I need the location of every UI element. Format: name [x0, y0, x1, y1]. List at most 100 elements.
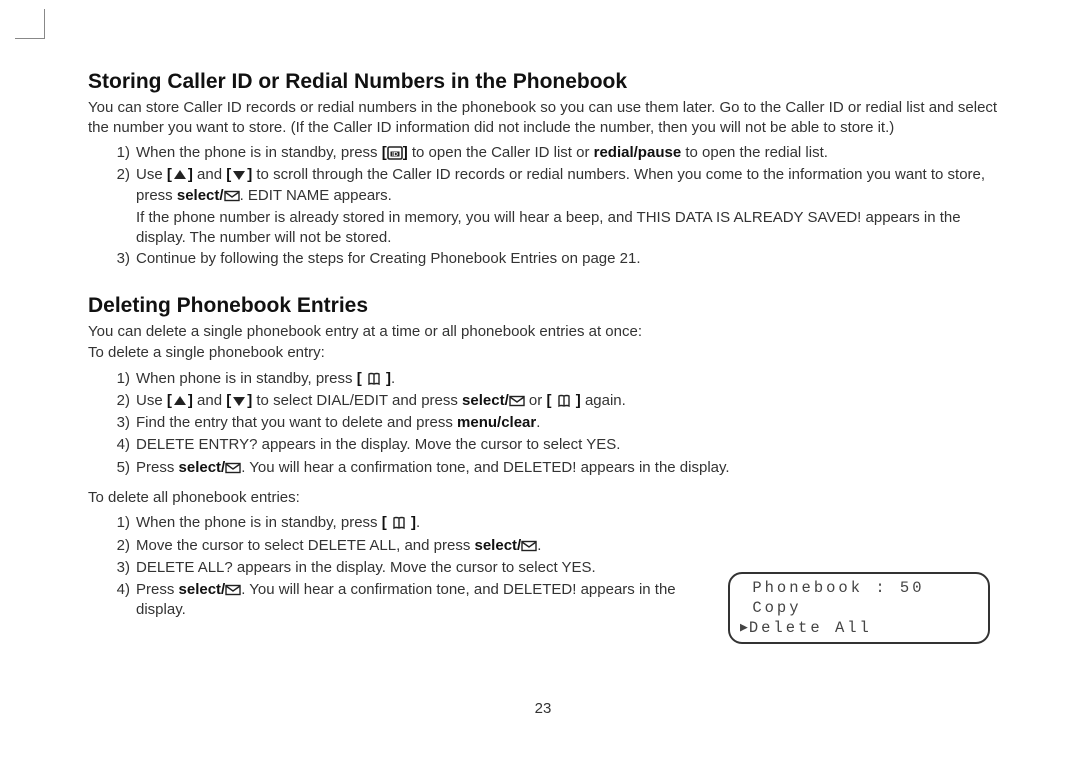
- crop-mark-horizontal: [15, 38, 45, 40]
- phonebook-icon: [556, 394, 572, 408]
- text: .: [536, 414, 540, 431]
- bracket: ]: [407, 514, 416, 531]
- key-select: select/: [462, 392, 525, 409]
- section2-intro: You can delete a single phonebook entry …: [88, 322, 998, 342]
- key-select: select/: [179, 459, 242, 476]
- text: Press: [136, 459, 179, 476]
- key-phonebook: [ ]: [357, 370, 391, 387]
- text: Move the cursor to select DELETE ALL, an…: [136, 537, 475, 554]
- single-step3: 3) Find the entry that you want to delet…: [88, 413, 998, 433]
- text: to select DIAL/EDIT and press: [252, 392, 462, 409]
- single-step5: 5) Press select/ . You will hear a confir…: [88, 458, 998, 478]
- lcd-text: Delete All: [749, 619, 872, 637]
- section1-title: Storing Caller ID or Redial Numbers in t…: [88, 70, 998, 94]
- step-number: 3): [108, 413, 136, 433]
- text: . You will hear a confirmation tone, and…: [241, 459, 729, 476]
- text: Use: [136, 392, 167, 409]
- key-phonebook: [ ]: [382, 514, 416, 531]
- key-menu-clear: menu/clear: [457, 414, 536, 431]
- text: select/: [475, 537, 522, 554]
- down-arrow-icon: [231, 394, 247, 408]
- step-number: 3): [108, 558, 136, 578]
- envelope-icon: [225, 583, 241, 597]
- envelope-icon: [521, 539, 537, 553]
- step-number: 3): [108, 249, 136, 269]
- key-select: select/: [177, 187, 240, 204]
- all-step1: 1) When the phone is in standby, press […: [88, 513, 998, 533]
- bracket: [: [357, 370, 366, 387]
- bracket: ]: [382, 370, 391, 387]
- section2-sub1: To delete a single phonebook entry:: [88, 343, 998, 363]
- lcd-line1: Phonebook : 50: [740, 578, 978, 598]
- key-up: []: [167, 166, 193, 183]
- section1-intro: You can store Caller ID records or redia…: [88, 98, 998, 137]
- key-select: select/: [475, 537, 538, 554]
- section2-sub2: To delete all phonebook entries:: [88, 488, 998, 508]
- step-number: 1): [108, 369, 136, 389]
- all-step2: 2) Move the cursor to select DELETE ALL,…: [88, 536, 698, 556]
- cursor-icon: ▶: [740, 620, 748, 635]
- lcd-line2: Copy: [740, 598, 978, 618]
- text: select/: [179, 581, 226, 598]
- lcd-display: Phonebook : 50 Copy ▶Delete All: [728, 572, 990, 644]
- single-step4: 4) DELETE ENTRY? appears in the display.…: [88, 435, 998, 455]
- envelope-icon: [224, 189, 240, 203]
- text: select/: [177, 187, 224, 204]
- bracket: [: [382, 514, 391, 531]
- step-number: 4): [108, 435, 136, 455]
- envelope-icon: [225, 461, 241, 475]
- phonebook-icon: [366, 372, 382, 386]
- step-number: 1): [108, 143, 136, 163]
- text: .: [416, 514, 420, 531]
- text: again.: [581, 392, 626, 409]
- bracket: ]: [572, 392, 581, 409]
- text: . EDIT NAME appears.: [240, 187, 392, 204]
- s1-step2-note: If the phone number is already stored in…: [88, 208, 998, 248]
- text: select/: [179, 459, 226, 476]
- lcd-text: Phonebook : 50: [752, 579, 924, 597]
- s1-step1: 1) When the phone is in standby, press […: [88, 143, 998, 163]
- bracket: [: [546, 392, 555, 409]
- section1-steps: 1) When the phone is in standby, press […: [88, 143, 998, 270]
- text: to open the Caller ID list or: [408, 144, 594, 161]
- all-step3: 3) DELETE ALL? appears in the display. M…: [88, 558, 698, 578]
- key-phonebook: [ ]: [546, 392, 580, 409]
- text: .: [391, 370, 395, 387]
- text: or: [525, 392, 547, 409]
- key-cid: []: [382, 144, 408, 161]
- text: Use: [136, 166, 167, 183]
- envelope-icon: [509, 394, 525, 408]
- key-down: []: [226, 166, 252, 183]
- section2-single-steps: 1) When phone is in standby, press [ ]. …: [88, 369, 998, 478]
- up-arrow-icon: [172, 168, 188, 182]
- key-select: select/: [179, 581, 242, 598]
- step-number: 1): [108, 513, 136, 533]
- section2-title: Deleting Phonebook Entries: [88, 294, 998, 318]
- step-number: 2): [108, 165, 136, 206]
- page-content: Storing Caller ID or Redial Numbers in t…: [88, 70, 998, 631]
- text: to open the redial list.: [681, 144, 828, 161]
- text: and: [193, 392, 226, 409]
- text: select/: [462, 392, 509, 409]
- text: and: [193, 166, 226, 183]
- text: When the phone is in standby, press: [136, 144, 382, 161]
- step-number: 2): [108, 536, 136, 556]
- page-number: 23: [88, 700, 998, 717]
- text: DELETE ENTRY? appears in the display. Mo…: [136, 435, 998, 455]
- lcd-line3: ▶Delete All: [740, 618, 978, 638]
- text: .: [537, 537, 541, 554]
- lcd-text: Copy: [752, 599, 801, 617]
- key-up: []: [167, 392, 193, 409]
- up-arrow-icon: [172, 394, 188, 408]
- step-number: 2): [108, 391, 136, 411]
- s1-step3: 3) Continue by following the steps for C…: [88, 249, 998, 269]
- all-step4: 4) Press select/. You will hear a confir…: [88, 580, 698, 621]
- single-step2: 2) Use [] and [] to select DIAL/EDIT and…: [88, 391, 998, 411]
- text: Find the entry that you want to delete a…: [136, 414, 457, 431]
- text: Press: [136, 581, 179, 598]
- text: DELETE ALL? appears in the display. Move…: [136, 558, 698, 578]
- down-arrow-icon: [231, 168, 247, 182]
- text: When the phone is in standby, press: [136, 514, 382, 531]
- single-step1: 1) When phone is in standby, press [ ].: [88, 369, 998, 389]
- step-number: 5): [108, 458, 136, 478]
